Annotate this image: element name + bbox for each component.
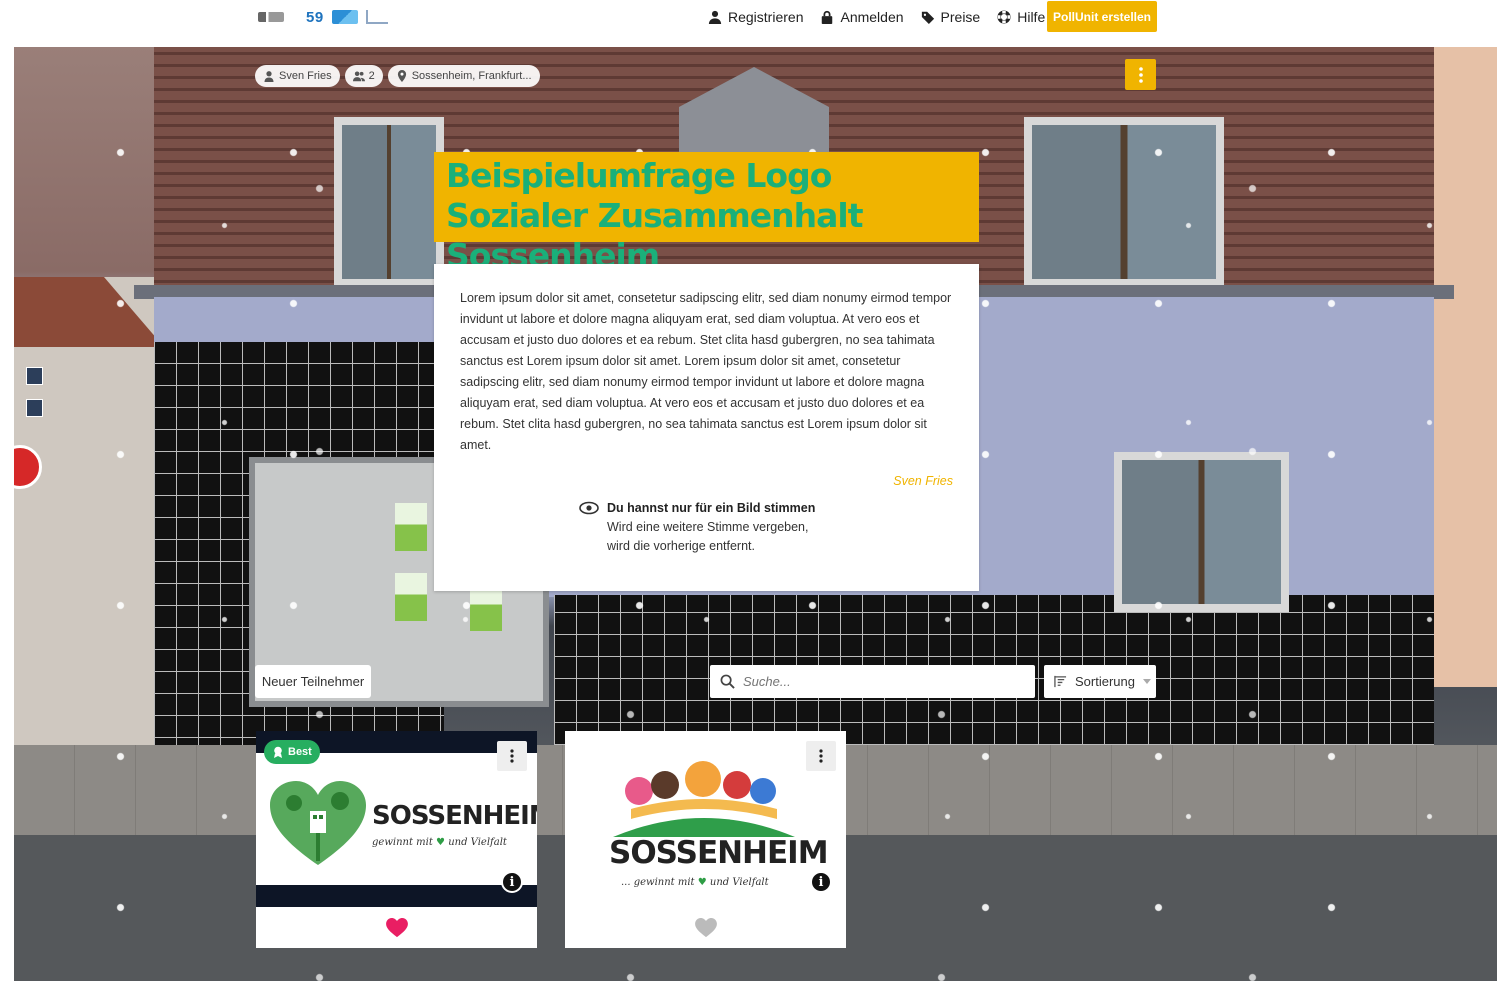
nav-login-label: Anmelden: [840, 9, 904, 25]
partner-logo-4: [365, 10, 388, 24]
search-icon: [720, 674, 735, 689]
entry-info-button[interactable]: i: [810, 871, 832, 893]
location-chip[interactable]: Sossenheim, Frankfurt...: [387, 65, 540, 87]
more-vertical-icon: [819, 749, 823, 763]
vote-button[interactable]: [565, 907, 846, 948]
map-pin-icon: [397, 70, 406, 82]
users-icon: [352, 71, 365, 82]
poll-meta-chips: Sven Fries 2 Sossenheim, Frankfurt...: [255, 65, 540, 87]
heart-icon: [385, 917, 408, 937]
vote-rule-line-1: Wird eine weitere Stimme vergeben,: [607, 520, 809, 534]
nav-prices[interactable]: Preise: [921, 9, 981, 25]
more-vertical-icon: [1138, 66, 1143, 83]
entry-image[interactable]: SOSSENHEIM ... gewinnt mit ♥ und Vielfal…: [565, 731, 846, 907]
entry-image[interactable]: SOSSENHEIM gewinnt mit ♥ und Vielfalt Be…: [256, 731, 537, 907]
lifebuoy-icon: [997, 10, 1011, 24]
author-chip-label: Sven Fries: [279, 70, 332, 82]
search-input[interactable]: [743, 674, 1013, 689]
price-tag-icon: [921, 11, 934, 24]
poll-description-card: Lorem ipsum dolor sit amet, consetetur s…: [434, 264, 979, 591]
vote-rule-line-2: wird die vorherige entfernt.: [607, 539, 755, 553]
street-sign-1: [26, 367, 44, 385]
lock-icon: [822, 10, 833, 24]
award-icon: [274, 746, 282, 758]
entry-tagline: gewinnt mit ♥ und Vielfalt: [372, 837, 507, 848]
nav-help[interactable]: Hilfe: [997, 9, 1045, 25]
location-chip-label: Sossenheim, Frankfurt...: [411, 70, 532, 82]
people-group-logo-icon: [613, 761, 795, 837]
user-icon: [708, 10, 722, 24]
sort-icon: [1054, 675, 1067, 688]
nav-help-label: Hilfe: [1017, 9, 1046, 25]
partner-logo-2: 59: [306, 8, 324, 26]
heart-icon: ♥: [697, 877, 707, 888]
entry-info-button[interactable]: i: [501, 871, 523, 893]
nav-register[interactable]: Registrieren: [708, 9, 803, 25]
nav-prices-label: Preise: [940, 9, 981, 25]
poll-description: Lorem ipsum dolor sit amet, consetetur s…: [460, 291, 952, 452]
vote-button[interactable]: [256, 907, 537, 948]
entry-menu-button[interactable]: [806, 741, 836, 771]
sort-dropdown[interactable]: Sortierung: [1044, 665, 1156, 698]
participants-chip[interactable]: 2: [344, 65, 383, 87]
participants-count: 2: [368, 70, 375, 82]
main-nav: Registrieren Anmelden Preise Hilfe: [708, 0, 1045, 34]
poll-title: Beispielumfrage Logo Sozialer Zusammenha…: [446, 156, 864, 275]
top-bar: 59 Registrieren Anmelden Preise Hilfe Po…: [0, 0, 1497, 34]
partner-logo-1: [258, 12, 284, 22]
nav-login[interactable]: Anmelden: [820, 9, 904, 25]
eye-icon: [579, 501, 599, 515]
entry-wordmark: SOSSENHEIM: [372, 801, 537, 831]
new-participant-button[interactable]: Neuer Teilnehmer: [255, 665, 371, 698]
entry-card[interactable]: SOSSENHEIM ... gewinnt mit ♥ und Vielfal…: [565, 731, 846, 948]
chevron-down-icon: [1142, 679, 1151, 684]
street-sign-2: [26, 399, 44, 417]
poll-menu-button[interactable]: [1125, 59, 1156, 90]
sort-label: Sortierung: [1075, 674, 1135, 689]
best-badge-label: Best: [288, 746, 312, 758]
search-box[interactable]: [710, 665, 1035, 698]
entry-card[interactable]: SOSSENHEIM gewinnt mit ♥ und Vielfalt Be…: [256, 731, 537, 948]
entry-tagline: ... gewinnt mit ♥ und Vielfalt: [621, 877, 769, 888]
heart-icon: ♥: [436, 837, 446, 848]
neighbour-house-right: [1434, 47, 1497, 687]
create-pollunit-button[interactable]: PollUnit erstellen: [1047, 1, 1157, 32]
best-badge: Best: [264, 740, 320, 764]
user-icon: [264, 71, 274, 82]
author-chip[interactable]: Sven Fries: [255, 65, 340, 87]
poll-title-box: Beispielumfrage Logo Sozialer Zusammenha…: [434, 152, 979, 275]
partner-logo-3: [331, 10, 358, 24]
partner-logos[interactable]: 59: [258, 6, 388, 28]
vote-rule-title: Du hannst nur für ein Bild stimmen: [607, 501, 816, 515]
vote-rule-info: Du hannst nur für ein Bild stimmen Wird …: [579, 499, 815, 556]
heart-tree-logo-icon: [270, 781, 366, 865]
nav-register-label: Registrieren: [728, 9, 804, 25]
more-vertical-icon: [510, 749, 514, 763]
entry-wordmark: SOSSENHEIM: [609, 835, 829, 871]
entry-menu-button[interactable]: [497, 741, 527, 771]
heart-icon: [694, 917, 717, 937]
poll-signature: Sven Fries: [893, 474, 953, 488]
